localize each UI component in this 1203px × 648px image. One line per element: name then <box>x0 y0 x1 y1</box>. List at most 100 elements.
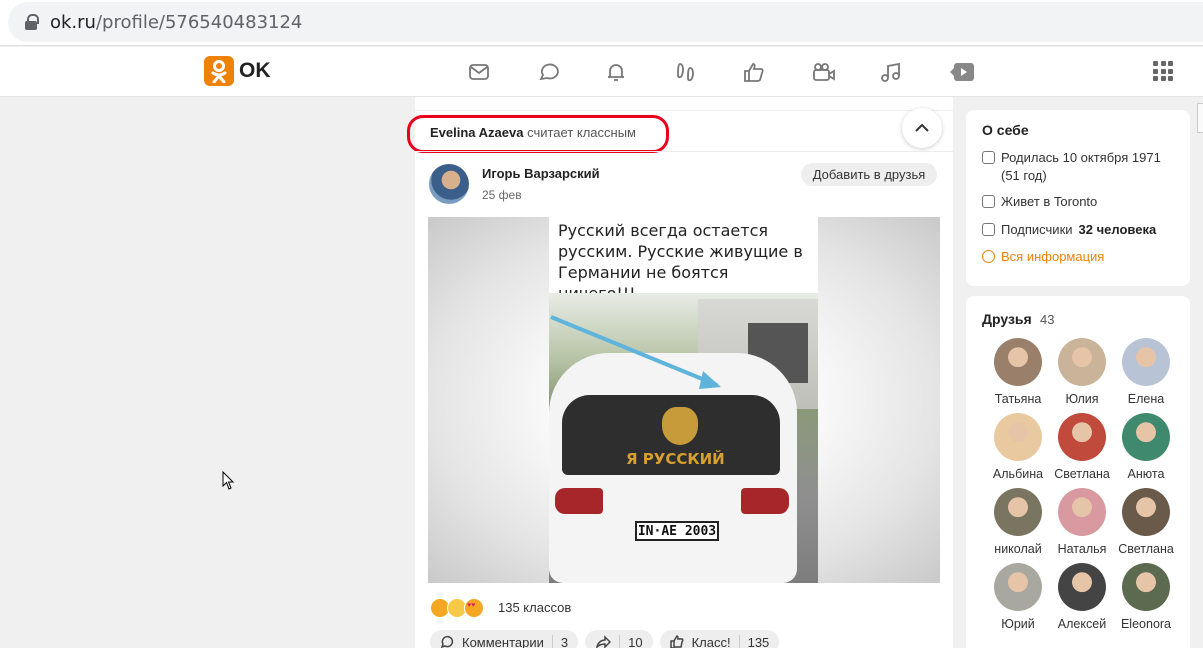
address-bar[interactable]: ok.ru/profile/576540483124 <box>8 2 1203 42</box>
subscribers-info[interactable]: Подписчики 32 человека <box>982 221 1156 239</box>
friends-title[interactable]: Друзья <box>982 311 1032 327</box>
subscribers-prefix: Подписчики <box>1001 222 1073 237</box>
mouse-cursor-icon <box>222 471 235 490</box>
chevron-up-icon <box>915 123 929 132</box>
browser-toolbar: ok.ru/profile/576540483124 <box>0 0 1203 46</box>
all-info-label: Вся информация <box>1001 249 1105 264</box>
discussions-icon[interactable] <box>533 59 602 85</box>
top-navigation: OK <box>0 47 1203 133</box>
subscribers-icon <box>982 223 995 236</box>
apps-grid-icon[interactable] <box>1153 61 1173 81</box>
location-info: Живет в Toronto <box>982 193 1097 211</box>
post-date[interactable]: 25 фев <box>482 188 522 202</box>
url-path: /profile/576540483124 <box>95 11 303 33</box>
post-actions: Комментарии 3 10 Класс! 135 <box>430 630 780 648</box>
divider <box>415 110 953 111</box>
friend-name[interactable]: Альбина <box>990 467 1046 481</box>
messages-icon[interactable] <box>464 59 533 85</box>
friend-item[interactable]: Елена <box>1114 338 1178 406</box>
class-button[interactable]: Класс! 135 <box>659 630 780 648</box>
friend-avatar[interactable] <box>1058 488 1106 536</box>
friend-avatar[interactable] <box>994 413 1042 461</box>
friend-name[interactable]: Светлана <box>1118 542 1174 556</box>
lock-icon[interactable] <box>24 14 39 30</box>
likes-icon[interactable] <box>738 59 807 85</box>
reactions-count[interactable]: 135 классов <box>498 600 571 615</box>
ok-logo[interactable]: OK <box>204 56 271 86</box>
friend-name[interactable]: Елена <box>1118 392 1174 406</box>
friend-avatar[interactable] <box>1122 563 1170 611</box>
comments-button[interactable]: Комментарии 3 <box>430 630 579 648</box>
friend-item[interactable]: николай <box>986 488 1050 556</box>
friend-name[interactable]: николай <box>990 542 1046 556</box>
all-info-link[interactable]: Вся информация <box>982 248 1104 266</box>
friend-avatar[interactable] <box>994 338 1042 386</box>
friend-name[interactable]: Алексей <box>1054 617 1110 631</box>
birth-line: Родилась 10 октября 1971 (51 год) <box>1001 150 1161 183</box>
car-photo: Я РУССКИЙ IN·AE 2003 <box>549 293 818 583</box>
friend-item[interactable]: Юлия <box>1050 338 1114 406</box>
friend-item[interactable]: Юрий <box>986 563 1050 631</box>
notifications-icon[interactable] <box>601 59 670 85</box>
friend-item[interactable]: Светлана <box>1114 488 1178 556</box>
reactions[interactable] <box>430 598 484 618</box>
about-panel: О себе Родилась 10 октября 1971 (51 год)… <box>966 110 1190 286</box>
like-icon <box>669 635 684 648</box>
friend-name[interactable]: Анюта <box>1118 467 1174 481</box>
music-icon[interactable] <box>875 59 944 85</box>
friend-item[interactable]: Eleonora <box>1114 563 1178 631</box>
divider <box>415 151 953 152</box>
friend-item[interactable]: Алексей <box>1050 563 1114 631</box>
lives-line: Живет в Toronto <box>1001 194 1098 209</box>
friend-avatar[interactable] <box>1058 563 1106 611</box>
friend-item[interactable]: Татьяна <box>986 338 1050 406</box>
video-play-icon[interactable] <box>944 59 1013 85</box>
comment-icon <box>440 635 454 648</box>
share-button[interactable]: 10 <box>585 630 653 648</box>
friend-avatar[interactable] <box>1122 488 1170 536</box>
friend-avatar[interactable] <box>1058 413 1106 461</box>
friend-avatar[interactable] <box>1058 338 1106 386</box>
video-icon[interactable] <box>807 59 876 85</box>
calendar-icon <box>982 151 995 164</box>
highlight-oval <box>407 115 669 153</box>
url-host: ok.ru <box>50 11 96 33</box>
friend-name[interactable]: Юрий <box>990 617 1046 631</box>
comments-label: Комментарии <box>462 634 544 648</box>
about-title: О себе <box>982 122 1029 138</box>
friend-avatar[interactable] <box>994 488 1042 536</box>
comments-count: 3 <box>560 634 569 648</box>
friend-avatar[interactable] <box>1122 413 1170 461</box>
collapse-button[interactable] <box>902 108 942 148</box>
friend-avatar[interactable] <box>1122 338 1170 386</box>
friend-name[interactable]: Татьяна <box>990 392 1046 406</box>
share-icon <box>596 635 612 648</box>
feed-post: Evelina Azaeva считает классным Игорь Ва… <box>407 97 953 648</box>
friend-avatar[interactable] <box>994 563 1042 611</box>
birth-info: Родилась 10 октября 1971 (51 год) <box>982 149 1182 185</box>
friend-name[interactable]: Светлана <box>1054 467 1110 481</box>
add-friend-button[interactable]: Добавить в друзья <box>801 163 937 186</box>
author-avatar[interactable] <box>429 164 469 204</box>
logo-text: OK <box>239 59 271 82</box>
nav-icons <box>464 59 1012 85</box>
friend-item[interactable]: Альбина <box>986 413 1050 481</box>
heart-eyes-reaction-icon <box>464 598 484 618</box>
friend-name[interactable]: Юлия <box>1054 392 1110 406</box>
friend-item[interactable]: Наталья <box>1050 488 1114 556</box>
guests-icon[interactable] <box>670 59 739 85</box>
info-icon <box>982 250 995 263</box>
friends-panel: Друзья 43 Татьяна Юлия Елена Альбина Светлан… <box>966 296 1190 648</box>
shares-count: 10 <box>628 634 643 648</box>
friend-name[interactable]: Eleonora <box>1118 617 1174 631</box>
author-name[interactable]: Игорь Варзарский <box>482 166 600 181</box>
scrollbar[interactable] <box>1197 103 1203 133</box>
arrow-icon <box>550 315 721 389</box>
friend-item[interactable]: Анюта <box>1114 413 1178 481</box>
friend-item[interactable]: Светлана <box>1050 413 1114 481</box>
post-image[interactable]: Русский всегда остается русским. Русские… <box>428 217 940 583</box>
image-caption: Русский всегда остается русским. Русские… <box>558 221 803 303</box>
friend-name[interactable]: Наталья <box>1054 542 1110 556</box>
class-count: 135 <box>747 634 770 648</box>
subscribers-count: 32 человека <box>1078 222 1157 237</box>
